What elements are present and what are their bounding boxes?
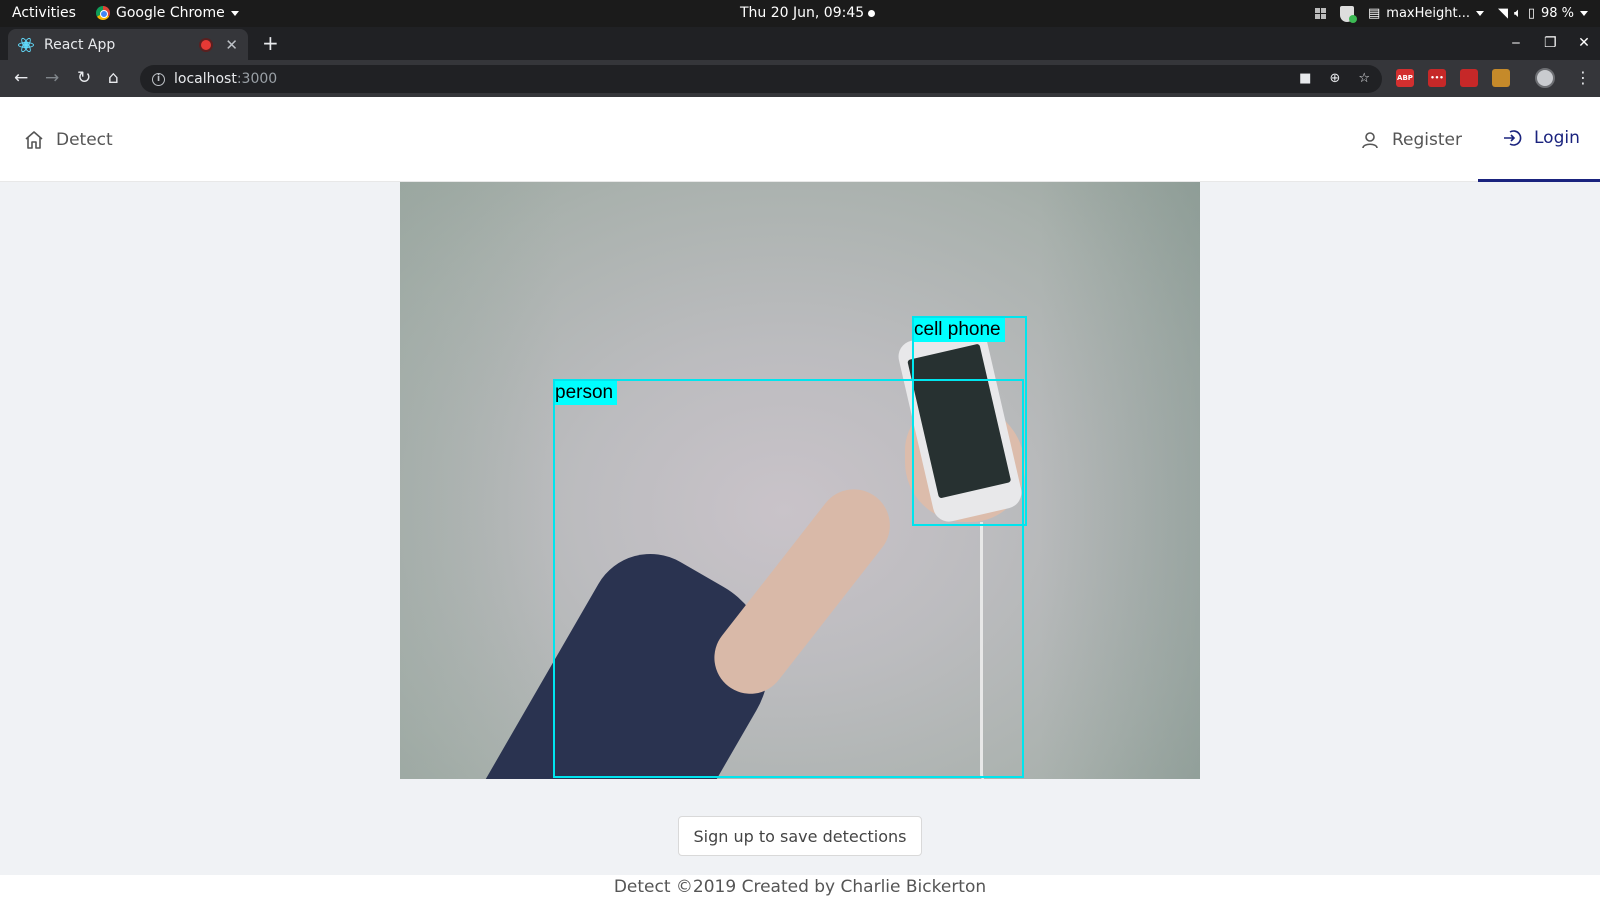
bookmark-star-icon[interactable]: ☆ bbox=[1358, 71, 1370, 86]
close-tab-icon[interactable]: ✕ bbox=[225, 36, 238, 54]
window-indicator-label: maxHeight... bbox=[1386, 6, 1470, 21]
chevron-down-icon bbox=[1476, 11, 1484, 16]
chrome-icon bbox=[96, 6, 110, 20]
system-tray: ▤ maxHeight... ◥ 🔈︎ ▯ 98 % bbox=[1315, 0, 1600, 27]
volume-icon: 🔈︎ bbox=[1514, 6, 1522, 21]
extension-icon[interactable] bbox=[1492, 69, 1510, 87]
home-icon bbox=[25, 130, 43, 149]
nav-register[interactable]: Register bbox=[1360, 97, 1462, 182]
nav-login[interactable]: Login bbox=[1478, 97, 1600, 182]
notification-dot-icon bbox=[868, 9, 876, 17]
camera-icon[interactable]: ■ bbox=[1299, 71, 1311, 86]
login-icon bbox=[1504, 130, 1522, 146]
extension-icon[interactable] bbox=[1460, 69, 1478, 87]
browser-tab[interactable]: React App ✕ bbox=[8, 29, 248, 60]
chevron-down-icon bbox=[230, 10, 239, 16]
profile-avatar[interactable] bbox=[1535, 68, 1555, 88]
lastpass-extension-icon[interactable]: ••• bbox=[1428, 69, 1446, 87]
footer: Detect ©2019 Created by Charlie Bickerto… bbox=[0, 875, 1600, 900]
home-button[interactable]: ⌂ bbox=[108, 68, 119, 88]
webcam-feed: person cell phone bbox=[400, 182, 1200, 779]
detection-label: person bbox=[555, 381, 618, 405]
browser-toolbar: ← → ↻ ⌂ i localhost:3000 ■ ⊕ ☆ ABP ••• ⋮ bbox=[0, 60, 1600, 97]
workspace-grid-icon[interactable] bbox=[1315, 8, 1326, 19]
more-menu-icon[interactable]: ⋮ bbox=[1575, 68, 1591, 87]
minimize-icon[interactable]: ‒ bbox=[1510, 35, 1522, 51]
close-window-icon[interactable]: ✕ bbox=[1578, 35, 1590, 51]
recording-indicator-icon bbox=[201, 39, 212, 50]
adblock-extension-icon[interactable]: ABP bbox=[1396, 69, 1414, 87]
tab-strip: React App ✕ + ‒ ❐ ✕ bbox=[0, 27, 1600, 60]
app-menu[interactable]: Google Chrome bbox=[96, 5, 239, 21]
forward-button[interactable]: → bbox=[45, 68, 59, 88]
url-port: :3000 bbox=[236, 71, 278, 87]
app-menu-label: Google Chrome bbox=[116, 5, 225, 21]
nav-register-label: Register bbox=[1392, 129, 1462, 150]
detection-box-cell-phone: cell phone bbox=[912, 316, 1027, 526]
clipboard-icon: ▤ bbox=[1368, 6, 1381, 21]
activities-button[interactable]: Activities bbox=[12, 5, 76, 21]
new-tab-button[interactable]: + bbox=[262, 33, 279, 53]
reload-button[interactable]: ↻ bbox=[77, 68, 91, 88]
url-host: localhost bbox=[174, 71, 237, 87]
battery-label: 98 % bbox=[1540, 6, 1574, 21]
os-top-bar: Activities Google Chrome Thu 20 Jun, 09:… bbox=[0, 0, 1600, 27]
tab-title: React App bbox=[44, 36, 116, 53]
nav-login-label: Login bbox=[1534, 128, 1580, 148]
restore-icon[interactable]: ❐ bbox=[1544, 35, 1557, 51]
battery-icon: ▯ bbox=[1527, 6, 1535, 21]
address-bar-icons: ■ ⊕ ☆ bbox=[1299, 71, 1370, 86]
zoom-icon[interactable]: ⊕ bbox=[1329, 71, 1340, 86]
chevron-down-icon bbox=[1580, 11, 1588, 16]
wifi-icon: ◥ bbox=[1498, 6, 1508, 21]
nav-detect-label: Detect bbox=[56, 129, 113, 150]
address-bar[interactable]: i localhost:3000 ■ ⊕ ☆ bbox=[140, 65, 1382, 93]
clock[interactable]: Thu 20 Jun, 09:45 bbox=[740, 5, 876, 21]
vpn-shield-icon[interactable] bbox=[1340, 5, 1357, 23]
signup-button[interactable]: Sign up to save detections bbox=[678, 816, 922, 856]
user-icon bbox=[1362, 131, 1378, 148]
status-menu[interactable]: ◥ 🔈︎ ▯ 98 % bbox=[1498, 6, 1588, 21]
nav-detect[interactable]: Detect bbox=[24, 97, 113, 182]
detection-label: cell phone bbox=[914, 318, 1005, 342]
clock-label: Thu 20 Jun, 09:45 bbox=[740, 5, 865, 21]
react-favicon-icon bbox=[18, 36, 34, 53]
main-content: person cell phone Sign up to save detect… bbox=[0, 182, 1600, 875]
app-header: Detect Register Login bbox=[0, 97, 1600, 182]
window-indicator[interactable]: ▤ maxHeight... bbox=[1368, 6, 1484, 21]
info-icon[interactable]: i bbox=[152, 72, 165, 86]
back-button[interactable]: ← bbox=[14, 68, 28, 88]
window-controls: ‒ ❐ ✕ bbox=[1510, 35, 1590, 51]
